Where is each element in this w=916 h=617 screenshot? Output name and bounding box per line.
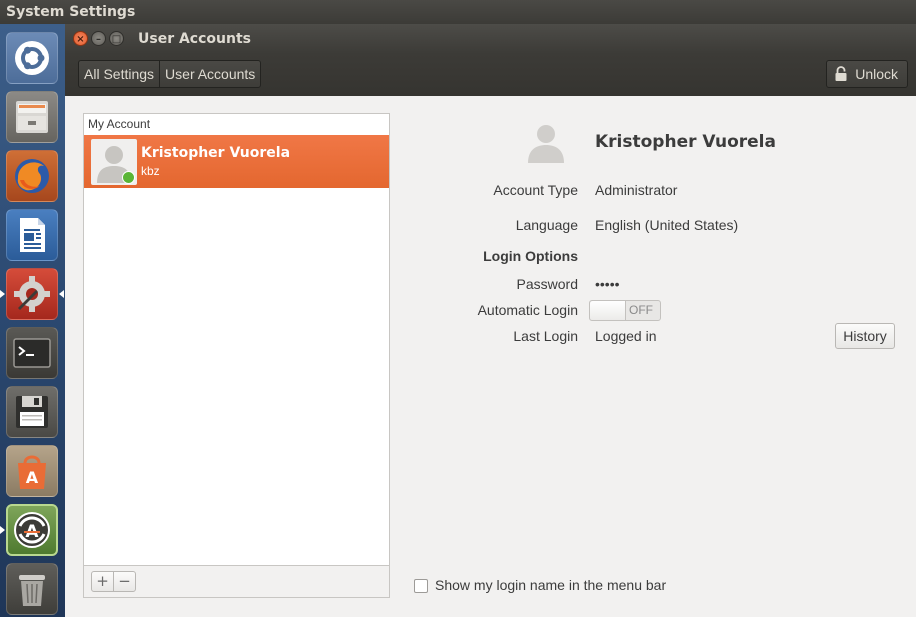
automatic-login-label: Automatic Login xyxy=(477,302,578,318)
unlock-button[interactable]: Unlock xyxy=(826,60,908,88)
active-indicator-icon xyxy=(0,290,5,298)
password-label: Password xyxy=(516,276,578,292)
user-list-header: My Account xyxy=(84,114,389,136)
user-list: My Account Kristopher Vuorela kbz xyxy=(83,113,390,598)
unlock-label: Unlock xyxy=(855,66,898,82)
breadcrumb: All Settings User Accounts xyxy=(78,60,262,88)
user-list-item[interactable]: Kristopher Vuorela kbz xyxy=(84,135,389,188)
maximize-icon[interactable]: □ xyxy=(109,31,124,46)
running-indicator-icon xyxy=(0,526,5,534)
trash-icon[interactable] xyxy=(6,563,58,615)
terminal-icon[interactable] xyxy=(6,327,58,379)
user-list-item-login: kbz xyxy=(141,164,160,178)
last-login-value: Logged in xyxy=(595,328,657,344)
user-avatar-button[interactable] xyxy=(523,120,569,166)
software-center-icon[interactable]: A xyxy=(6,445,58,497)
minimize-icon[interactable]: – xyxy=(91,31,106,46)
libreoffice-writer-icon[interactable] xyxy=(6,209,58,261)
firefox-icon[interactable] xyxy=(6,150,58,202)
online-status-icon xyxy=(122,171,135,184)
show-login-name-label[interactable]: Show my login name in the menu bar xyxy=(435,577,666,593)
user-full-name[interactable]: Kristopher Vuorela xyxy=(595,132,776,152)
top-panel: System Settings xyxy=(0,0,916,24)
user-list-toolbar: + − xyxy=(83,565,390,598)
breadcrumb-user-accounts[interactable]: User Accounts xyxy=(160,61,260,87)
account-type-label: Account Type xyxy=(493,182,578,198)
window-title: User Accounts xyxy=(138,31,251,47)
switch-state-label: OFF xyxy=(629,303,653,317)
focused-indicator-icon xyxy=(59,290,64,298)
software-updater-icon[interactable]: A xyxy=(6,504,58,556)
remove-user-button[interactable]: − xyxy=(113,571,136,592)
user-list-item-name: Kristopher Vuorela xyxy=(141,145,291,161)
breadcrumb-all-settings[interactable]: All Settings xyxy=(79,61,161,87)
language-value: English (United States) xyxy=(595,217,739,233)
login-options-heading: Login Options xyxy=(483,248,578,264)
close-icon[interactable]: × xyxy=(73,31,88,46)
app-title: System Settings xyxy=(6,4,136,20)
add-user-button[interactable]: + xyxy=(91,571,114,592)
svg-text:A: A xyxy=(26,468,39,487)
user-accounts-window: × – □ User Accounts All Settings User Ac… xyxy=(65,24,916,617)
lock-icon xyxy=(835,66,847,81)
launcher: A A xyxy=(0,24,65,617)
show-login-name-checkbox[interactable] xyxy=(414,579,428,593)
ubuntu-dash-icon[interactable] xyxy=(6,32,58,84)
switch-knob xyxy=(590,301,626,320)
toolbar: All Settings User Accounts Unlock xyxy=(65,54,916,96)
disks-icon[interactable] xyxy=(6,386,58,438)
language-label: Language xyxy=(515,217,578,233)
user-silhouette-icon xyxy=(528,125,564,163)
password-value: ••••• xyxy=(595,276,620,292)
system-settings-icon[interactable] xyxy=(6,268,58,320)
automatic-login-switch[interactable]: OFF xyxy=(589,300,661,321)
last-login-label: Last Login xyxy=(513,328,578,344)
history-button[interactable]: History xyxy=(835,323,895,349)
account-type-value: Administrator xyxy=(595,182,678,198)
files-icon[interactable] xyxy=(6,91,58,143)
window-titlebar[interactable]: × – □ User Accounts xyxy=(65,24,916,54)
